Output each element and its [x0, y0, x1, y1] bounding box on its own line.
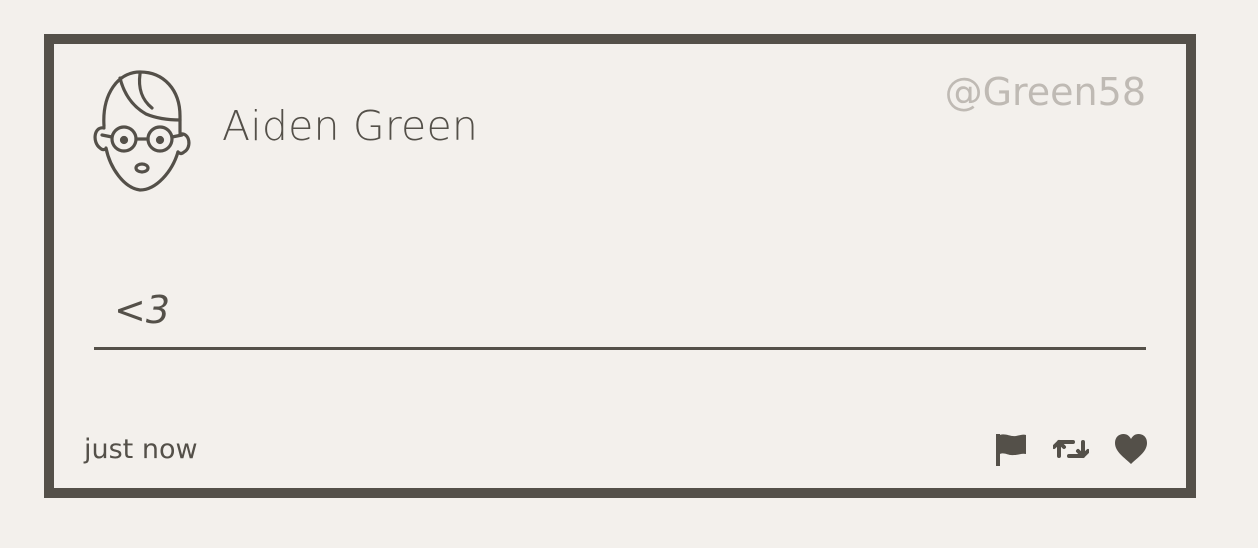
user-name: Aiden Green [222, 102, 479, 150]
flag-icon [996, 434, 1026, 466]
tweet-input[interactable] [94, 272, 1146, 350]
retweet-icon [1053, 440, 1089, 458]
action-bar [992, 430, 1150, 468]
avatar-icon [80, 64, 196, 194]
user-handle[interactable]: @Green58 [945, 70, 1146, 114]
like-button[interactable] [1112, 430, 1150, 468]
retweet-button[interactable] [1052, 430, 1090, 468]
flag-button[interactable] [992, 430, 1030, 468]
heart-icon [1115, 434, 1147, 464]
timestamp: just now [84, 434, 198, 465]
tweet-card: Aiden Green @Green58 just now [44, 34, 1196, 498]
